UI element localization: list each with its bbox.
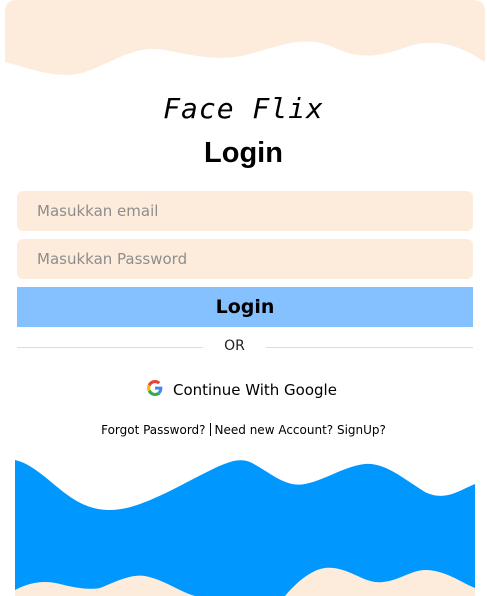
signup-link[interactable]: Need new Account? SignUp?: [215, 423, 386, 437]
bottom-wave-decoration: [15, 458, 475, 596]
password-field[interactable]: [17, 239, 473, 279]
divider-line-left: [17, 347, 203, 348]
divider-line-right: [266, 347, 473, 348]
top-wave-decoration: [5, 0, 485, 75]
login-button[interactable]: Login: [17, 287, 473, 327]
link-separator: [209, 423, 211, 436]
app-logo: Face Flix: [163, 92, 324, 125]
google-button-label: Continue With Google: [173, 381, 337, 399]
or-label: OR: [224, 338, 245, 354]
email-field[interactable]: [17, 191, 473, 231]
forgot-password-link[interactable]: Forgot Password?: [101, 423, 205, 437]
account-links: Forgot Password? Need new Account? SignUp…: [0, 423, 487, 437]
google-icon: [147, 380, 163, 400]
page-title: Login: [204, 137, 283, 169]
google-login-button[interactable]: Continue With Google: [147, 376, 337, 404]
